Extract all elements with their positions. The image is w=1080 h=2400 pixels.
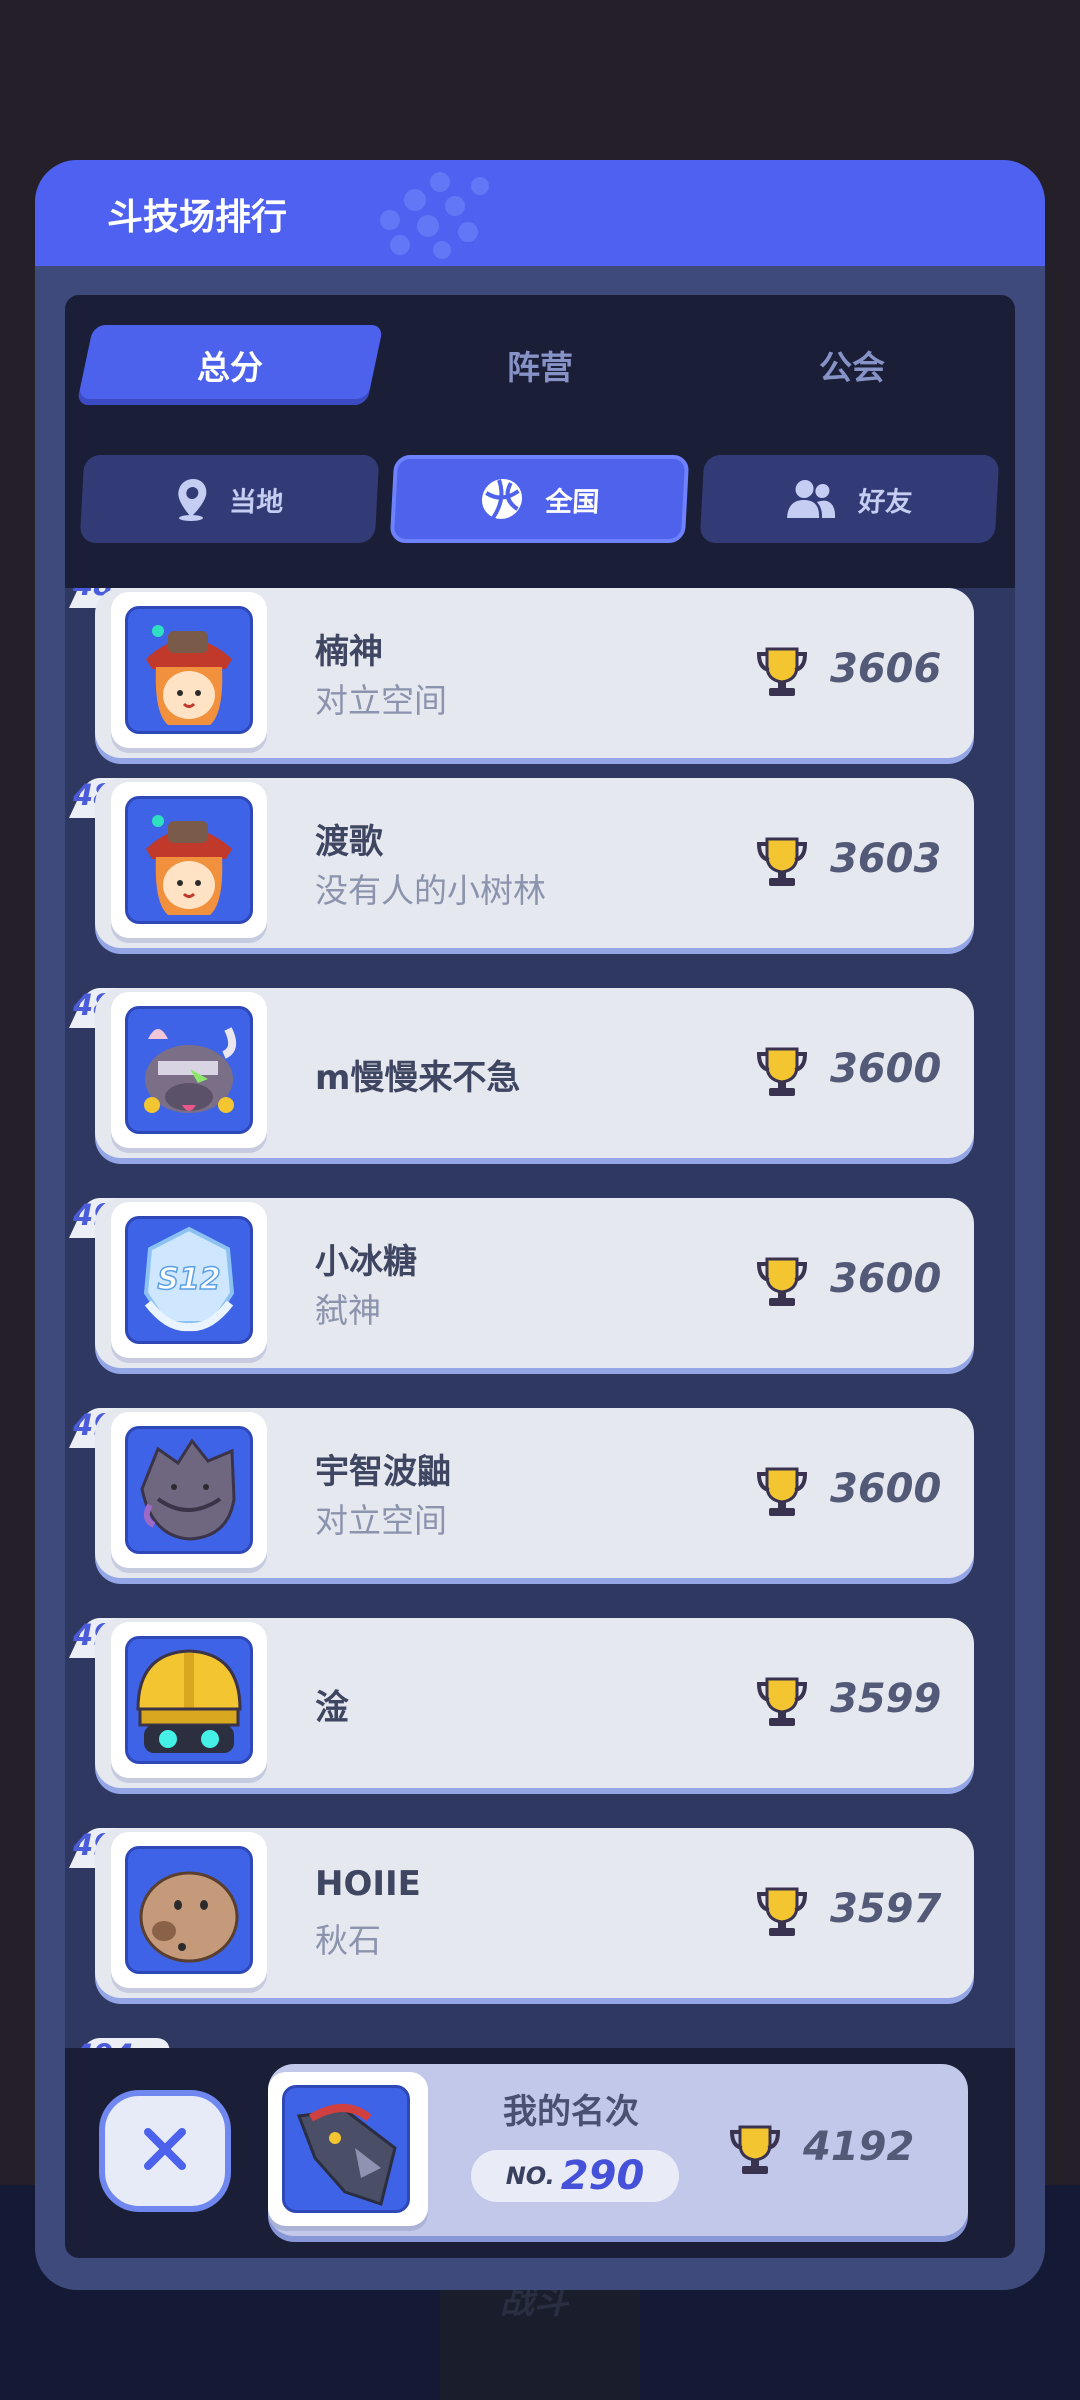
player-name: 小冰糖 (315, 1242, 417, 1282)
leaderboard-panel: 斗技场排行 总分 阵营 公会 当地 全国 好友 楠神 对立空间 3606 渡歌 … (35, 160, 1045, 2290)
player-name: HOIIE (315, 1864, 421, 1904)
s12-ice-badge-avatar-icon: S12 (125, 1216, 253, 1344)
player-score: 3600 (830, 1256, 942, 1302)
friends-icon (785, 478, 837, 520)
player-card: HOIIE 秋石 3597 (95, 1828, 974, 1998)
tab-label: 总分 (197, 348, 263, 387)
trophy-icon (755, 1886, 809, 1942)
tab-faction[interactable]: 阵营 (395, 325, 685, 405)
player-score: 3606 (830, 646, 942, 692)
filter-label: 当地 (228, 486, 285, 518)
close-button[interactable] (99, 2090, 231, 2212)
svg-text:S12: S12 (157, 1262, 220, 1297)
avatar-frame (111, 1622, 267, 1778)
avatar-frame (111, 992, 267, 1148)
avatar-frame (111, 592, 267, 748)
my-rank-card[interactable]: 我的名次 NO. 290 4192 (268, 2064, 968, 2236)
list-item[interactable]: 489 (65, 988, 1015, 1163)
trophy-icon (755, 1676, 809, 1732)
dark-bird-avatar-icon (282, 2085, 410, 2213)
horned-beast-avatar-icon (125, 1006, 253, 1134)
player-card: 淦 3599 (95, 1618, 974, 1788)
leaderboard-content: 总分 阵营 公会 当地 全国 好友 楠神 对立空间 3606 渡歌 没有人的小树… (65, 295, 1015, 2258)
list-item[interactable]: 491 宇智波鼬 对立空间 (65, 1408, 1015, 1583)
player-card: 楠神 对立空间 3606 (95, 588, 974, 758)
trophy-icon (755, 646, 809, 702)
trophy-icon (755, 836, 809, 892)
trophy-icon (755, 1256, 809, 1312)
player-name: m慢慢来不急 (315, 1058, 521, 1098)
close-icon (142, 2126, 188, 2176)
my-rank-number: 290 (560, 2153, 645, 2199)
avatar-frame: S12 (111, 1202, 267, 1358)
tab-total-score[interactable]: 总分 (76, 325, 384, 405)
potato-blob-avatar-icon (125, 1846, 253, 1974)
avatar-frame (268, 2072, 428, 2226)
player-guild: 弑神 (315, 1291, 381, 1330)
player-card: S12 小冰糖 弑神 3600 (95, 1198, 974, 1368)
avatar-frame (111, 1412, 267, 1568)
my-rank-label: 我的名次 (503, 2092, 639, 2132)
player-guild: 对立空间 (315, 681, 447, 720)
player-score: 3600 (830, 1046, 942, 1092)
player-card: m慢慢来不急 3600 (95, 988, 974, 1158)
player-score: 3597 (830, 1886, 942, 1932)
trophy-icon (728, 2124, 782, 2180)
tab-guild[interactable]: 公会 (707, 325, 997, 405)
yellow-helmet-avatar-icon (125, 1636, 253, 1764)
my-score: 4192 (803, 2124, 915, 2170)
filter-local[interactable]: 当地 (79, 455, 380, 543)
list-item[interactable]: 488 (65, 778, 1015, 953)
stone-dragon-avatar-icon (125, 1426, 253, 1554)
ranking-list[interactable]: 487 (65, 588, 1015, 2060)
list-item[interactable]: 492 淦 (65, 1618, 1015, 1793)
player-guild: 对立空间 (315, 1501, 447, 1540)
player-name: 淦 (315, 1688, 349, 1728)
player-score: 3600 (830, 1466, 942, 1512)
trophy-icon (755, 1466, 809, 1522)
trophy-icon (755, 1046, 809, 1102)
list-item[interactable]: 493 HOIIE 秋石 (65, 1828, 1015, 2003)
player-name: 渡歌 (315, 822, 383, 862)
rank-prefix: NO. (505, 2162, 555, 2190)
tab-label: 公会 (819, 348, 885, 387)
list-item[interactable]: 490 S12 小冰糖 弑神 (65, 1198, 1015, 1373)
filter-national[interactable]: 全国 (389, 455, 690, 543)
my-rank-pill: NO. 290 (471, 2150, 679, 2202)
my-rank-bar: 我的名次 NO. 290 4192 (65, 2048, 1015, 2258)
filter-label: 好友 (857, 486, 914, 518)
filter-friends[interactable]: 好友 (699, 455, 1000, 543)
header-decoration-icon (380, 172, 489, 259)
filter-label: 全国 (544, 486, 601, 518)
player-guild: 没有人的小树林 (315, 871, 546, 910)
player-score: 3603 (830, 836, 942, 882)
player-name: 楠神 (315, 632, 383, 672)
globe-icon (478, 477, 524, 521)
player-card: 宇智波鼬 对立空间 3600 (95, 1408, 974, 1578)
avatar-frame (111, 782, 267, 938)
panel-header: 斗技场排行 (35, 160, 1045, 266)
player-score: 3599 (830, 1676, 942, 1722)
avatar-frame (111, 1832, 267, 1988)
panel-title: 斗技场排行 (107, 197, 288, 238)
tabs-area: 总分 阵营 公会 当地 全国 好友 (65, 295, 1015, 588)
player-name: 宇智波鼬 (315, 1452, 451, 1492)
list-item[interactable]: 487 (65, 588, 1015, 758)
witch-girl-avatar-icon (125, 796, 253, 924)
tab-label: 阵营 (507, 348, 573, 387)
witch-girl-avatar-icon (125, 606, 253, 734)
location-pin-icon (174, 477, 208, 521)
player-guild: 秋石 (315, 1921, 381, 1960)
player-card: 渡歌 没有人的小树林 3603 (95, 778, 974, 948)
